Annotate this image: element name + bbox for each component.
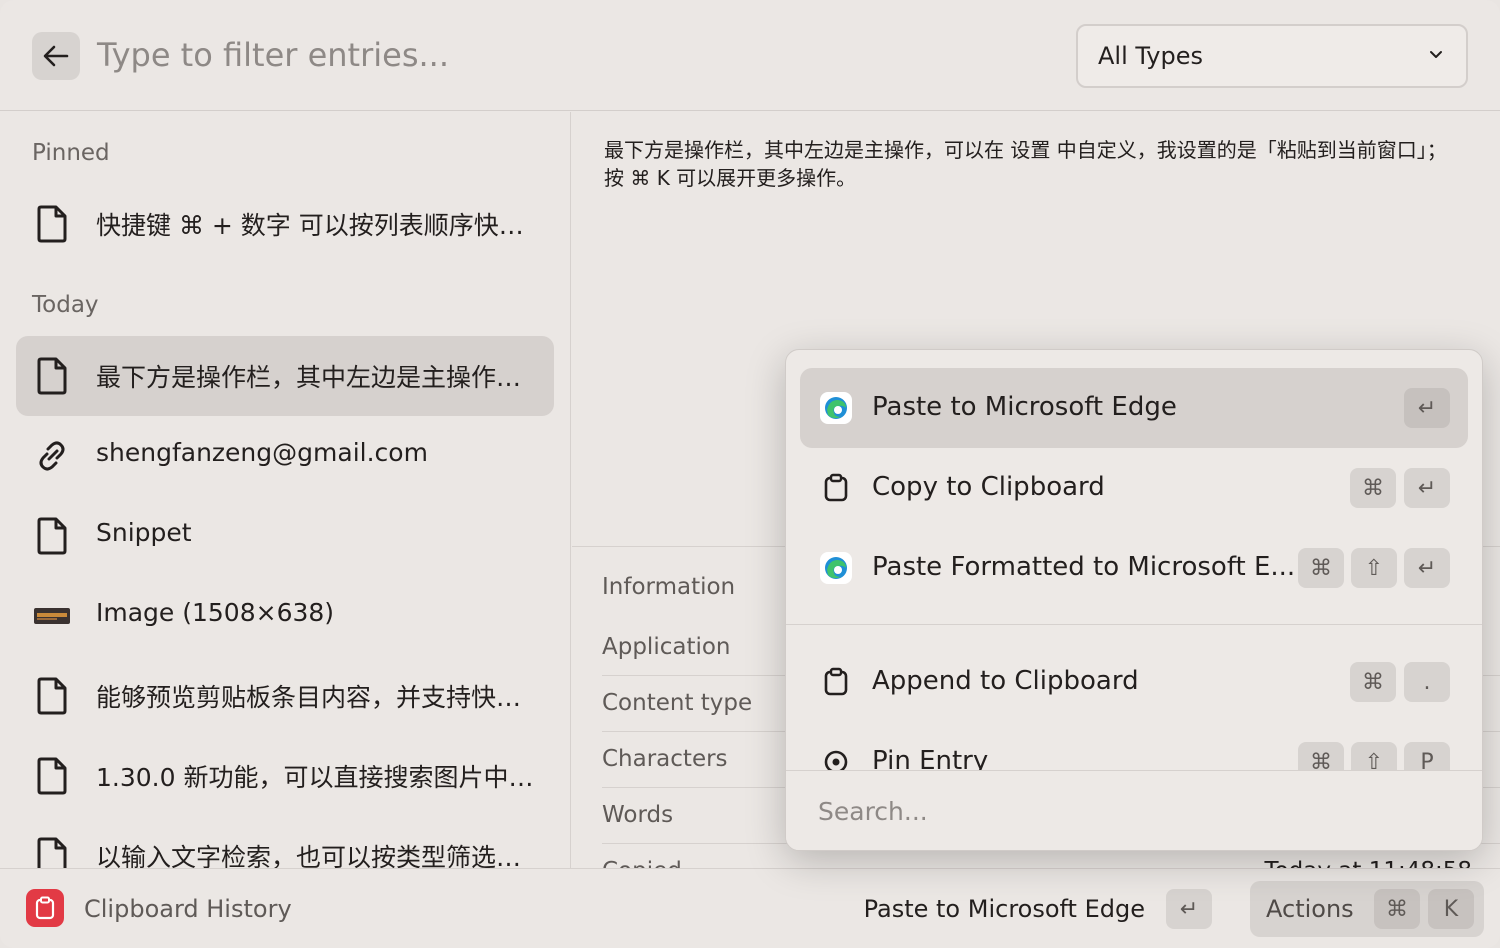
shortcut-key: P [1404,742,1450,770]
list-item-label: shengfanzeng@gmail.com [96,438,428,467]
actions-search-input[interactable]: Search... [786,770,1482,850]
edge-icon [820,552,852,584]
edge-icon [820,392,852,424]
shortcut-key: ↵ [1404,548,1450,588]
extension-name: Clipboard History [84,895,292,923]
action-paste-formatted-to-edge[interactable]: Paste Formatted to Microsoft E... ⌘ ⇧ ↵ [800,528,1468,608]
list-item[interactable]: Snippet [16,496,554,576]
section-title-pinned: Pinned [32,140,110,166]
action-label: Paste Formatted to Microsoft E... [872,552,1296,582]
action-bar: Clipboard History Paste to Microsoft Edg… [0,868,1500,948]
image-thumbnail-icon [34,608,70,624]
shortcut-key: ⇧ [1351,742,1397,770]
shortcut-key: ↵ [1404,468,1450,508]
list-item[interactable]: 以输入文字检索，也可以按类型筛选条目 [16,816,554,868]
entry-preview-text: 最下方是操作栏，其中左边是主操作，可以在 设置 中自定义，我设置的是「粘贴到当前… [604,138,1447,190]
document-icon [37,517,67,555]
list-item-label: 1.30.0 新功能，可以直接搜索图片中的文字 [96,763,536,792]
document-icon [37,757,67,795]
info-key: Characters [602,746,728,772]
list-item[interactable]: 快捷键 ⌘ + 数字 可以按列表顺序快速粘贴条目 [16,184,554,264]
entries-list[interactable]: Pinned 快捷键 ⌘ + 数字 可以按列表顺序快速粘贴条目 Today 最下… [0,112,571,868]
type-filter-value: All Types [1098,42,1204,70]
actions-menu: Paste to Microsoft Edge ↵ Copy to Clipbo… [785,349,1483,851]
action-label: Pin Entry [872,746,989,770]
actions-menu-list[interactable]: Paste to Microsoft Edge ↵ Copy to Clipbo… [786,350,1482,770]
list-item-label: 能够预览剪贴板条目内容，并支持快速操作 [96,683,536,712]
shortcut-key: ↵ [1404,388,1450,428]
raycast-window: Type to filter entries... All Types Pinn… [0,0,1500,948]
info-key: Content type [602,690,753,716]
list-item[interactable]: 能够预览剪贴板条目内容，并支持快速操作 [16,656,554,736]
link-icon [39,441,65,471]
list-item[interactable]: 1.30.0 新功能，可以直接搜索图片中的文字 [16,736,554,816]
pin-icon [824,750,848,770]
primary-action-button[interactable]: Paste to Microsoft Edge [864,895,1145,923]
clipboard-history-app-icon [26,889,64,927]
shortcut-key: ⇧ [1351,548,1397,588]
information-title: Information [602,574,736,600]
clipboard-icon [824,667,848,696]
document-icon [37,205,67,243]
shortcut-key: ⌘ [1350,662,1396,702]
back-button[interactable] [32,32,80,80]
list-item-label: 以输入文字检索，也可以按类型筛选条目 [96,843,536,868]
shortcut-key: ⌘ [1298,742,1344,770]
action-pin-entry[interactable]: Pin Entry ⌘ ⇧ P [800,722,1468,770]
action-label: Copy to Clipboard [872,472,1105,502]
list-item-selected[interactable]: 最下方是操作栏，其中左边是主操作，可以在设置中自定义 [16,336,554,416]
action-label: Append to Clipboard [872,666,1139,696]
list-item[interactable]: shengfanzeng@gmail.com [16,416,554,496]
section-title-today: Today [32,292,99,318]
clipboard-icon [35,896,55,920]
shortcut-key: K [1428,889,1474,929]
list-item[interactable]: Image (1508×638) [16,576,554,656]
chevron-down-icon [1430,51,1442,58]
clipboard-icon [824,473,848,502]
action-paste-to-edge[interactable]: Paste to Microsoft Edge ↵ [800,368,1468,448]
actions-search-placeholder: Search... [818,797,928,826]
shortcut-key: ⌘ [1374,889,1420,929]
header: Type to filter entries... All Types [0,0,1500,111]
shortcut-key: ⌘ [1350,468,1396,508]
document-icon [37,677,67,715]
list-item-label: Image (1508×638) [96,598,335,627]
list-item-label: 快捷键 ⌘ + 数字 可以按列表顺序快速粘贴条目 [96,211,536,240]
document-icon [37,357,67,395]
primary-action-key: ↵ [1166,889,1212,929]
action-copy-to-clipboard[interactable]: Copy to Clipboard ⌘ ↵ [800,448,1468,528]
info-key: Words [602,802,674,828]
shortcut-key: . [1404,662,1450,702]
list-item-label: 最下方是操作栏，其中左边是主操作，可以在设置中自定义 [96,363,536,392]
document-icon [37,837,67,868]
filter-input[interactable]: Type to filter entries... [97,36,449,74]
type-filter-dropdown[interactable]: All Types [1076,24,1468,88]
actions-menu-divider [786,624,1482,625]
action-append-to-clipboard[interactable]: Append to Clipboard ⌘ . [800,642,1468,722]
action-label: Paste to Microsoft Edge [872,392,1177,422]
actions-button[interactable]: Actions ⌘ K [1250,881,1484,937]
shortcut-key: ⌘ [1298,548,1344,588]
info-key: Application [602,634,731,660]
list-item-label: Snippet [96,518,192,547]
arrow-left-icon [43,45,69,67]
actions-label: Actions [1266,895,1354,923]
